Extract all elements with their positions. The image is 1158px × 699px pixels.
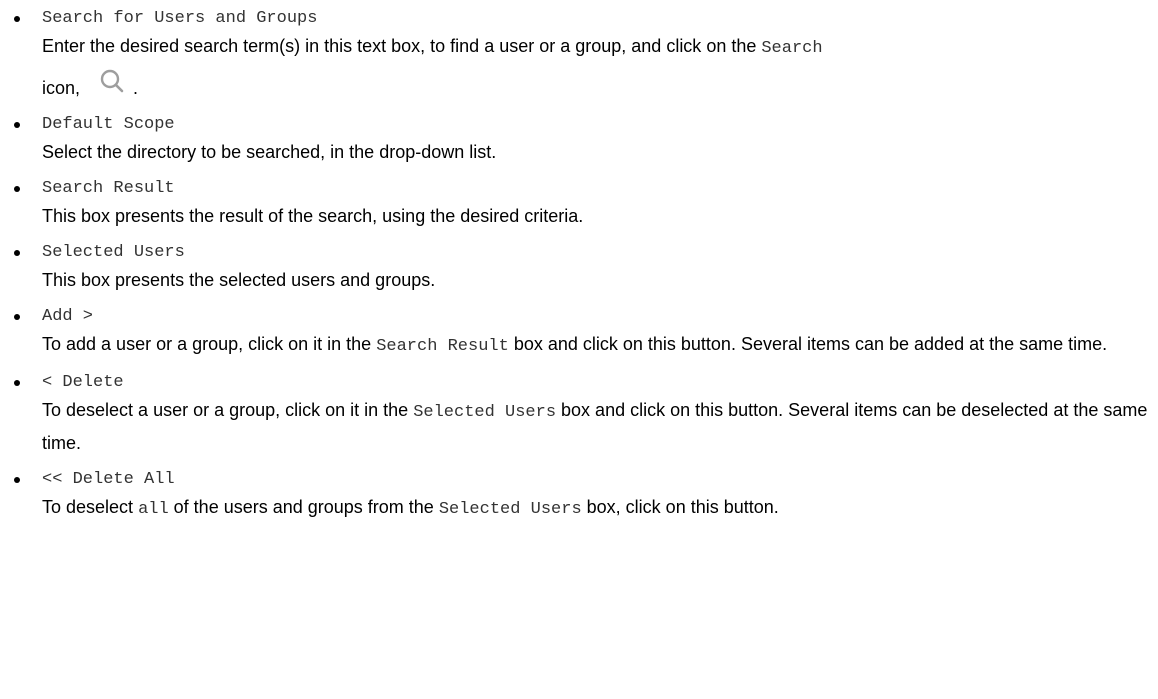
bullet	[14, 380, 20, 386]
term-label: Add >	[42, 307, 94, 326]
bullet	[14, 314, 20, 320]
list-item-delete-all: << Delete All To deselect all of the use…	[14, 468, 1154, 525]
term-description: This box presents the selected users and…	[42, 270, 436, 290]
search-icon	[89, 66, 133, 104]
bullet	[14, 477, 20, 483]
term-description: This box presents the result of the sear…	[42, 206, 584, 226]
field-descriptions-list: Search for Users and Groups Enter the de…	[14, 7, 1154, 534]
list-item-search-result: Search Result This box presents the resu…	[14, 177, 1154, 232]
term-label: Search Result	[42, 179, 175, 198]
term-description: To add a user or a group, click on it in…	[42, 329, 1154, 362]
list-item-default-scope: Default Scope Select the directory to be…	[14, 113, 1154, 168]
list-item-add: Add > To add a user or a group, click on…	[14, 305, 1154, 362]
term-label: Selected Users	[42, 243, 185, 262]
bullet	[14, 122, 20, 128]
desc-text: box, click on this button.	[581, 497, 779, 517]
desc-text: Enter the desired search term(s) in this…	[42, 36, 762, 56]
term-label: < Delete	[42, 373, 124, 392]
term-description: Select the directory to be searched, in …	[42, 142, 497, 162]
desc-text: box and click on this button. Several it…	[508, 334, 1108, 354]
term-description: Enter the desired search term(s) in this…	[42, 31, 1154, 64]
bullet	[14, 186, 20, 192]
desc-text: To add a user or a group, click on it in…	[42, 334, 377, 354]
code-term: Search Result	[376, 337, 509, 356]
term-label: Search for Users and Groups	[42, 9, 318, 28]
list-item-selected-users: Selected Users This box presents the sel…	[14, 241, 1154, 296]
code-term: all	[138, 500, 169, 519]
term-description: To deselect all of the users and groups …	[42, 492, 1154, 525]
desc-text: icon,	[42, 78, 86, 98]
list-item-delete: < Delete To deselect a user or a group, …	[14, 371, 1154, 459]
desc-text: To deselect	[42, 497, 139, 517]
code-term: Selected Users	[438, 500, 582, 519]
term-description-icon-line: icon, .	[42, 64, 1154, 104]
bullet	[14, 250, 20, 256]
code-term: Search	[761, 39, 823, 58]
code-term: Selected Users	[413, 403, 557, 422]
bullet	[14, 16, 20, 22]
term-description: To deselect a user or a group, click on …	[42, 395, 1154, 459]
list-item-search-users-groups: Search for Users and Groups Enter the de…	[14, 7, 1154, 104]
desc-text: of the users and groups from the	[168, 497, 439, 517]
term-label: Default Scope	[42, 115, 175, 134]
term-label: << Delete All	[42, 470, 175, 489]
desc-text: .	[133, 78, 139, 98]
desc-text: To deselect a user or a group, click on …	[42, 400, 414, 420]
